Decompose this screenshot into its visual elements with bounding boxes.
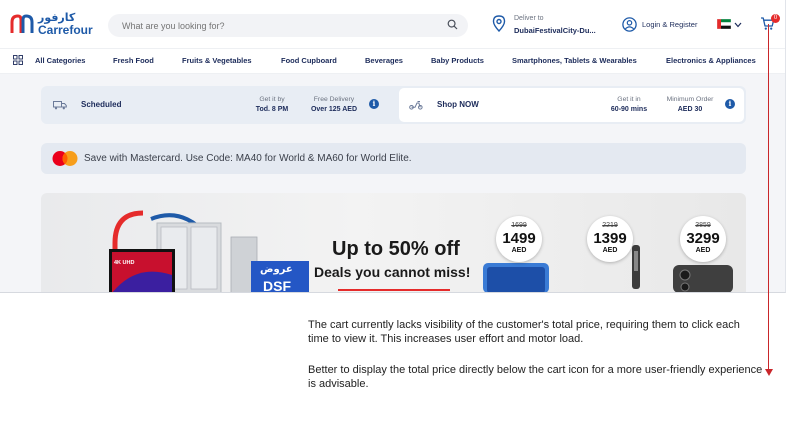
shop-now-title: Shop NOW	[437, 100, 479, 109]
get-it-in-value: 60-90 mins	[610, 106, 648, 113]
search-input[interactable]	[108, 14, 468, 37]
annotation-arrow-head	[765, 369, 773, 376]
get-it-in-label: Get it in	[617, 96, 641, 103]
deliver-to-location: DubaiFestivalCity-Du...	[514, 26, 596, 35]
get-it-by-label: Get it by	[259, 96, 285, 103]
logo-text: Carrefour	[38, 23, 93, 37]
nav-beverages[interactable]: Beverages	[365, 56, 403, 65]
phone-illustration	[673, 265, 733, 292]
mastercard-icon	[52, 151, 78, 166]
info-icon[interactable]: i	[369, 99, 379, 109]
price-badge: 1699 1499 AED	[496, 216, 542, 262]
mastercard-promo[interactable]: Save with Mastercard. Use Code: MA40 for…	[41, 143, 746, 174]
grid-icon[interactable]	[13, 55, 23, 65]
tv-label: 4K UHD	[114, 260, 135, 266]
logo-arabic-text: كارفور	[38, 11, 76, 24]
uae-flag-icon[interactable]	[717, 19, 731, 29]
offers-arabic-label: عروض	[260, 264, 293, 275]
price-badge: 3859 3299 AED	[680, 216, 726, 262]
scooter-icon	[409, 101, 423, 110]
price-old: 1699	[511, 222, 527, 229]
nav-food-cupboard[interactable]: Food Cupboard	[281, 56, 337, 65]
location-pin-icon	[492, 15, 506, 32]
shop-now-option[interactable]: Shop NOW Get it in 60-90 mins Minimum Or…	[399, 88, 744, 122]
category-nav: All Categories Fresh Food Fruits & Veget…	[0, 48, 785, 74]
banner-subline: Deals you cannot miss!	[314, 264, 471, 280]
free-delivery-label: Free Delivery	[313, 96, 355, 103]
nav-electronics-appliances[interactable]: Electronics & Appliances	[666, 56, 756, 65]
truck-icon	[53, 101, 67, 110]
nav-fruits-vegetables[interactable]: Fruits & Vegetables	[182, 56, 252, 65]
banner-headline: Up to 50% off	[332, 238, 460, 260]
cart-count-badge: 0	[771, 14, 780, 23]
scheduled-delivery-option[interactable]: Scheduled Get it by Tod. 8 PM Free Deliv…	[43, 88, 395, 122]
header: كارفور Carrefour Deliver to DubaiFestiva…	[0, 0, 785, 48]
price-currency: AED	[602, 247, 618, 254]
search-icon[interactable]	[447, 19, 458, 30]
annotation-note-2: Better to display the total price direct…	[308, 364, 763, 390]
minimum-order-label: Minimum Order	[666, 96, 714, 103]
nav-baby-products[interactable]: Baby Products	[431, 56, 484, 65]
nav-fresh-food[interactable]: Fresh Food	[113, 56, 154, 65]
price-currency: AED	[511, 247, 527, 254]
price-badge: 2219 1399 AED	[587, 216, 633, 262]
scheduled-title: Scheduled	[81, 100, 122, 109]
deals-banner[interactable]: 4K UHD عروض DSF Up to 50% off Deals you …	[41, 193, 746, 293]
price-new: 3299	[686, 230, 720, 247]
price-currency: AED	[695, 247, 711, 254]
price-new: 1499	[502, 230, 536, 247]
annotation-note-1: The cart currently lacks visibility of t…	[308, 319, 740, 345]
delivery-options: Scheduled Get it by Tod. 8 PM Free Deliv…	[41, 86, 746, 124]
login-register-label: Login & Register	[642, 20, 698, 29]
user-icon	[622, 17, 637, 32]
minimum-order-value: AED 30	[677, 106, 703, 113]
annotation-arrow-line	[768, 24, 769, 372]
promo-text: Save with Mastercard. Use Code: MA40 for…	[84, 153, 412, 164]
chevron-down-icon[interactable]	[734, 22, 742, 28]
carrefour-logo[interactable]: كارفور Carrefour	[10, 12, 96, 38]
screenshot: كارفور Carrefour Deliver to DubaiFestiva…	[0, 0, 786, 293]
nav-smartphones-tablets-wearables[interactable]: Smartphones, Tablets & Wearables	[512, 56, 637, 65]
free-delivery-value: Over 125 AED	[310, 106, 358, 113]
get-it-by-value: Tod. 8 PM	[255, 106, 289, 113]
dsf-label: DSF	[263, 278, 291, 293]
nav-all-categories[interactable]: All Categories	[35, 56, 85, 65]
carrefour-logo-icon	[10, 14, 34, 33]
deliver-to-label: Deliver to	[514, 15, 544, 22]
banner-underline	[338, 289, 450, 291]
price-old: 2219	[602, 222, 618, 229]
info-icon[interactable]: i	[725, 99, 735, 109]
price-old: 3859	[695, 222, 711, 229]
price-new: 1399	[593, 230, 627, 247]
tablet-illustration	[483, 263, 549, 292]
